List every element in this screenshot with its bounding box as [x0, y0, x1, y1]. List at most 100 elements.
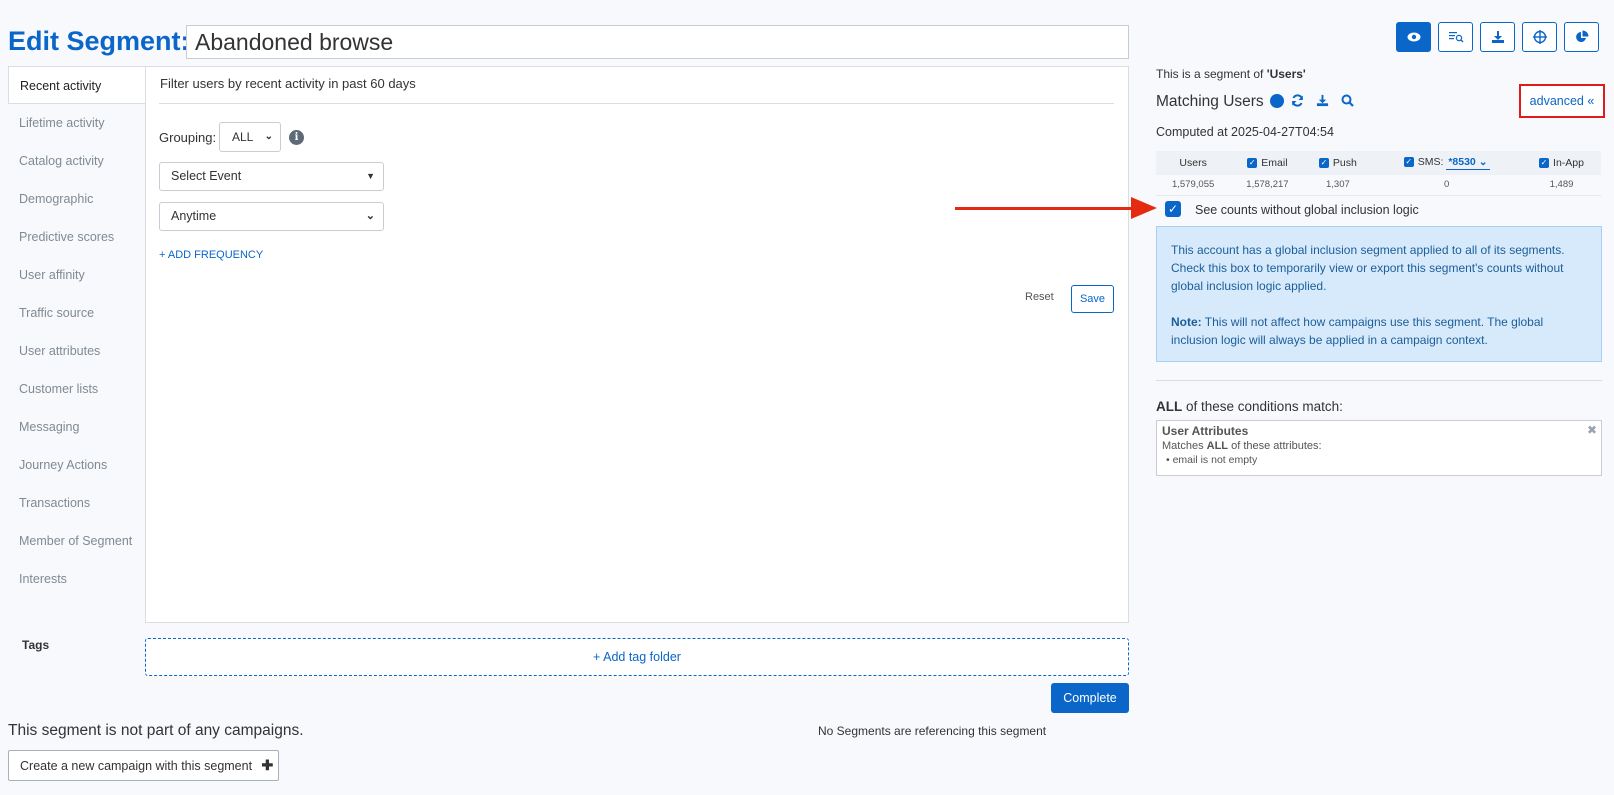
conditions-all-label: ALL — [1156, 399, 1183, 414]
eye-icon[interactable] — [1396, 22, 1431, 52]
info-icon[interactable]: i — [289, 130, 304, 145]
sms-count: 0 — [1371, 175, 1522, 196]
matches-suffix: of these attributes: — [1228, 440, 1322, 452]
page-title: Edit Segment: — [8, 26, 190, 56]
email-column-header[interactable]: ✓ Email — [1230, 151, 1305, 175]
sidebar-item-demographic[interactable]: Demographic — [8, 180, 146, 218]
segment-of-text: This is a segment of 'Users' — [1156, 67, 1306, 81]
condition-item: • email is not empty — [1166, 454, 1258, 466]
add-tag-folder-button[interactable]: + Add tag folder — [145, 638, 1129, 676]
sidebar-item-interests[interactable]: Interests — [8, 560, 146, 598]
chevron-down-icon: ⌄ — [1478, 156, 1488, 168]
sidebar-item-messaging[interactable]: Messaging — [8, 408, 146, 446]
filter-heading: Filter users by recent activity in past … — [160, 76, 416, 91]
global-inclusion-checkbox[interactable]: ✓ — [1165, 201, 1181, 217]
caret-down-icon: ▼ — [366, 171, 375, 181]
divider — [159, 103, 1114, 104]
sidebar-item-journey-actions[interactable]: Journey Actions — [8, 446, 146, 484]
sms-checkbox[interactable]: ✓ — [1403, 157, 1414, 168]
annotation-arrow-head — [1131, 197, 1157, 219]
category-sidebar: Recent activity Lifetime activity Catalo… — [8, 66, 146, 598]
time-range-value: Anytime — [171, 209, 217, 223]
pie-chart-icon[interactable] — [1564, 22, 1599, 52]
tags-label: Tags — [22, 638, 50, 652]
sidebar-item-transactions[interactable]: Transactions — [8, 484, 146, 522]
sidebar-item-customer-lists[interactable]: Customer lists — [8, 370, 146, 408]
condition-title: User Attributes — [1162, 424, 1249, 438]
sidebar-item-traffic-source[interactable]: Traffic source — [8, 294, 146, 332]
note-body: This will not affect how campaigns use t… — [1171, 315, 1544, 347]
annotation-arrow-line — [955, 207, 1133, 210]
see-counts-label: See counts without global inclusion logi… — [1195, 203, 1419, 217]
grouping-value: ALL — [232, 130, 254, 144]
users-header-label: Users — [1179, 157, 1207, 169]
chevron-down-icon: ⌄ — [264, 131, 273, 142]
inapp-column-header[interactable]: ✓ In-App — [1522, 151, 1601, 175]
push-column-header[interactable]: ✓ Push — [1304, 151, 1372, 175]
sms-number-value: *8530 — [1448, 156, 1476, 168]
email-count: 1,578,217 — [1230, 175, 1305, 196]
push-checkbox[interactable]: ✓ — [1318, 158, 1329, 169]
sms-header-label: SMS: — [1417, 156, 1444, 168]
users-count: 1,579,055 — [1156, 175, 1231, 196]
conditions-heading: ALL of these conditions match: — [1156, 399, 1343, 414]
reset-button[interactable]: Reset — [1025, 291, 1054, 303]
download-icon[interactable] — [1480, 22, 1515, 52]
close-icon[interactable]: ✖ — [1587, 423, 1597, 437]
matches-all: ALL — [1206, 440, 1229, 452]
conditions-suffix: of these conditions match: — [1182, 399, 1343, 414]
push-count: 1,307 — [1304, 175, 1372, 196]
create-campaign-label: Create a new campaign with this segment — [20, 759, 253, 773]
sidebar-item-user-affinity[interactable]: User affinity — [8, 256, 146, 294]
campaign-status-text: This segment is not part of any campaign… — [8, 722, 304, 739]
matching-users-title: Matching Users — [1156, 93, 1264, 110]
select-event-value: Select Event — [171, 169, 242, 183]
time-range-dropdown[interactable]: Anytime ⌄ — [159, 202, 384, 231]
crosshair-icon[interactable] — [1522, 22, 1557, 52]
inapp-checkbox[interactable]: ✓ — [1539, 158, 1550, 169]
save-button[interactable]: Save — [1071, 285, 1114, 313]
divider — [1156, 380, 1602, 381]
segment-of-prefix: This is a segment of — [1156, 67, 1267, 81]
push-header-label: Push — [1332, 157, 1357, 169]
inapp-count: 1,489 — [1522, 175, 1601, 196]
download-icon[interactable] — [1316, 94, 1329, 110]
note-label: Note: — [1171, 315, 1202, 329]
note-text: Note: This will not affect how campaigns… — [1171, 313, 1587, 349]
matches-prefix: Matches — [1162, 440, 1207, 452]
segment-parent: 'Users' — [1266, 67, 1306, 81]
sidebar-item-catalog-activity[interactable]: Catalog activity — [8, 142, 146, 180]
grouping-label: Grouping: — [159, 130, 217, 145]
plus-icon: ✚ — [261, 757, 274, 773]
search-icon[interactable] — [1341, 94, 1354, 110]
channel-counts-table: Users ✓ Email ✓ Push ✓ SMS: *8530 ⌄ ✓ In-App… — [1156, 151, 1601, 196]
sms-column-header[interactable]: ✓ SMS: *8530 ⌄ — [1371, 151, 1522, 175]
table-row: 1,579,055 1,578,217 1,307 0 1,489 — [1156, 175, 1601, 196]
users-column-header: Users — [1156, 151, 1231, 175]
info-icon[interactable]: i — [1270, 94, 1284, 108]
sidebar-item-recent-activity[interactable]: Recent activity — [8, 66, 146, 104]
refresh-icon[interactable] — [1291, 94, 1304, 110]
chevron-down-icon: ⌄ — [365, 210, 375, 222]
list-search-icon[interactable] — [1438, 22, 1473, 52]
sidebar-item-user-attributes[interactable]: User attributes — [8, 332, 146, 370]
grouping-select[interactable]: ALL ⌄ — [219, 122, 281, 152]
condition-card[interactable]: User Attributes Matches ALL of these att… — [1156, 420, 1602, 476]
sms-number-select[interactable]: *8530 ⌄ — [1446, 156, 1490, 170]
advanced-toggle[interactable]: advanced « — [1519, 84, 1605, 118]
select-event-dropdown[interactable]: Select Event ▼ — [159, 162, 384, 191]
create-campaign-button[interactable]: Create a new campaign with this segment … — [8, 750, 279, 781]
sidebar-item-lifetime-activity[interactable]: Lifetime activity — [8, 104, 146, 142]
add-frequency-link[interactable]: + ADD FREQUENCY — [159, 249, 263, 261]
email-checkbox[interactable]: ✓ — [1247, 158, 1258, 169]
sidebar-item-predictive-scores[interactable]: Predictive scores — [8, 218, 146, 256]
info-text: This account has a global inclusion segm… — [1171, 243, 1565, 293]
inapp-header-label: In-App — [1553, 157, 1584, 169]
filter-panel: Filter users by recent activity in past … — [145, 66, 1129, 623]
computed-at-text: Computed at 2025-04-27T04:54 — [1156, 125, 1334, 139]
sidebar-item-member-of-segment[interactable]: Member of Segment — [8, 522, 146, 560]
segment-name-input[interactable] — [186, 25, 1129, 59]
complete-button[interactable]: Complete — [1051, 683, 1129, 713]
email-header-label: Email — [1261, 157, 1288, 169]
global-inclusion-info-box: This account has a global inclusion segm… — [1156, 226, 1602, 362]
